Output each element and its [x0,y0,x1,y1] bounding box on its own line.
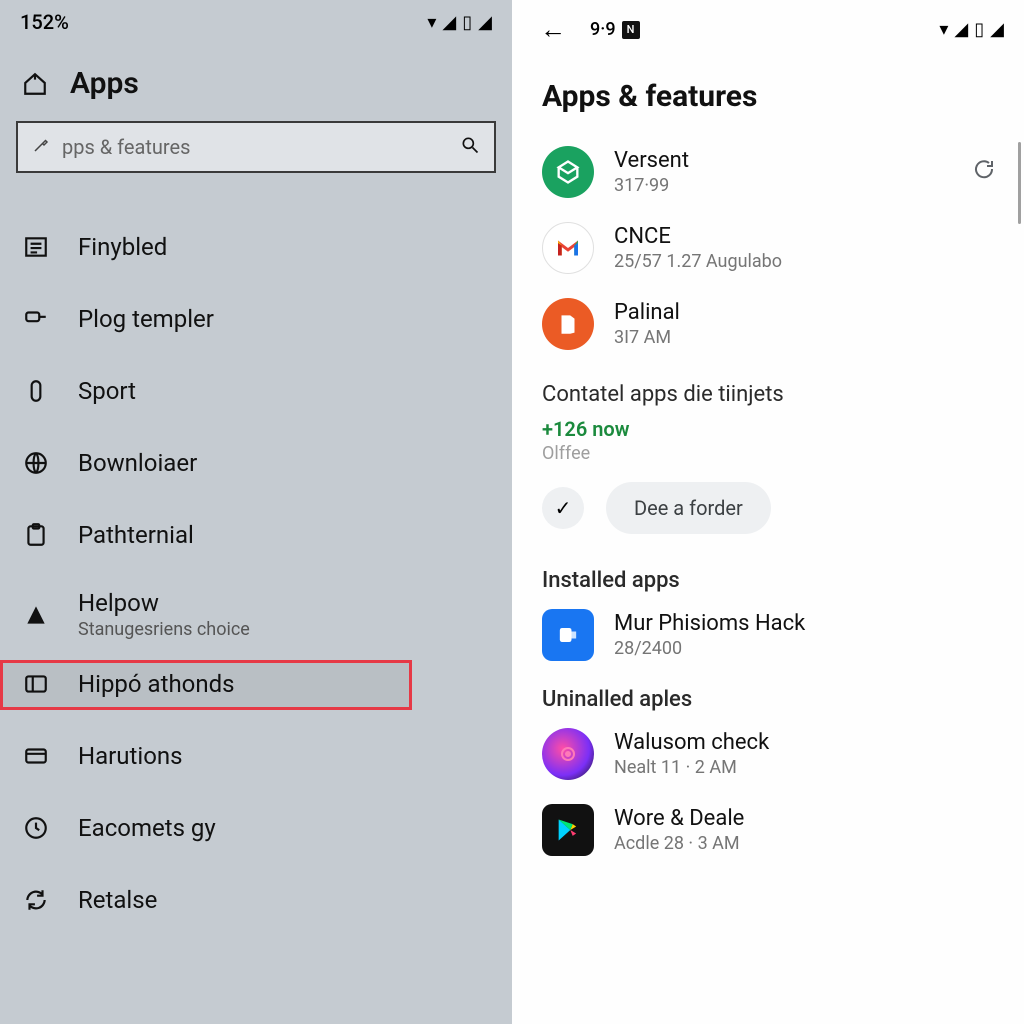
app-row-palinal[interactable]: Palinal 3I7 AM [542,288,996,364]
sidebar-item-label: Retalse [78,886,157,914]
contatel-count: +126 now [542,413,996,441]
app-sub: 3I7 AM [614,327,680,348]
status-time: 9·9 [590,19,616,40]
status-bar: ← 9·9 N ▾ ◢ ▯ ◢ [512,0,1024,49]
status-battery-pct: 152% [20,10,69,34]
sidebar-item-label: Eacomets gy [78,814,216,842]
app-name: Versent [614,148,689,173]
app-icon [542,728,594,780]
sidebar-item-label: Plog templer [78,305,214,333]
app-name: Wore & Deale [614,806,744,831]
installed-heading: Installed apps [542,542,996,599]
app-sub: 317·99 [614,175,689,196]
notification-badge-icon: N [622,21,640,39]
wifi-icon: ▾ [427,12,436,33]
sidebar-item-pathternial[interactable]: Pathternial [0,499,512,571]
app-icon [542,609,594,661]
signal-icon-2: ◢ [990,19,1004,40]
sidebar-item-harutions[interactable]: Harutions [0,720,512,792]
sidebar-item-helpow[interactable]: Helpow Stanugesriens choice [0,571,512,648]
signal-icon-2: ◢ [478,12,492,33]
battery-icon: ▯ [974,19,984,40]
contatel-heading: Contatel apps die tiinjets [542,364,996,413]
uninstalled-heading: Uninalled aples [542,675,996,718]
search-placeholder: pps & features [62,135,448,159]
sidebar-item-label: Bownloiaer [78,449,197,477]
sidebar-item-eacomets[interactable]: Eacomets gy [0,792,512,864]
signal-icon: ◢ [954,19,968,40]
app-name: Palinal [614,300,680,325]
home-icon[interactable] [22,71,48,97]
list-icon [22,233,50,261]
app-sub: Nealt 11 · 2 AM [614,757,769,778]
app-sub: 25/57 1.27 Augulabo [614,251,782,272]
sidebar-item-hippo[interactable]: Hippó athonds [0,648,512,720]
globe-icon [22,449,50,477]
app-row-cnce[interactable]: CNCE 25/57 1.27 Augulabo [542,212,996,288]
folder-action-row: ✓ Dee a forder [542,464,996,542]
app-row-versent[interactable]: Versent 317·99 [542,136,996,212]
office-icon [542,298,594,350]
app-sub: 28/2400 [614,638,805,659]
ticket-icon [22,670,50,698]
clipboard-icon [22,521,50,549]
contatel-muted: Olffee [542,441,996,464]
clock-icon [22,814,50,842]
sidebar-item-plog[interactable]: Plog templer [0,283,512,355]
folder-button[interactable]: Dee a forder [606,482,771,534]
sidebar-item-label: Finybled [78,233,167,261]
page-title: Apps & features [512,49,1024,136]
gmail-icon [542,222,594,274]
scrollbar[interactable] [1018,142,1021,224]
check-toggle[interactable]: ✓ [542,487,584,529]
apps-features-panel: ← 9·9 N ▾ ◢ ▯ ◢ Apps & features Versent … [512,0,1024,1024]
sync-icon[interactable] [972,157,996,187]
search-leading-icon [32,136,50,158]
play-store-icon [542,804,594,856]
sidebar-item-label: Sport [78,377,136,405]
app-name: Walusom check [614,730,769,755]
sidebar-header: Apps [0,42,512,121]
sidebar-nav: Finybled Plog templer Sport Bownloiaer P… [0,183,512,936]
apps-list: Versent 317·99 CNCE 25/57 1.27 Augulabo … [512,136,1024,870]
sync-icon [22,886,50,914]
sidebar-item-finybled[interactable]: Finybled [0,211,512,283]
app-row-wore[interactable]: Wore & Deale Acdle 28 · 3 AM [542,794,996,870]
status-icons: ▾ ◢ ▯ ◢ [427,12,492,33]
sidebar-item-label: Helpow [78,589,159,617]
settings-sidebar-panel: 152% ▾ ◢ ▯ ◢ Apps pps & features Finyble… [0,0,512,1024]
app-sub: Acdle 28 · 3 AM [614,833,744,854]
sidebar-item-label: Pathternial [78,521,194,549]
sidebar-item-sublabel: Stanugesriens choice [78,619,250,640]
wifi-icon: ▾ [939,19,948,40]
sidebar-item-label: Hippó athonds [78,670,235,698]
app-name: CNCE [614,224,782,249]
sidebar-item-retalse[interactable]: Retalse [0,864,512,936]
battery-icon: ▯ [462,12,472,33]
status-bar: 152% ▾ ◢ ▯ ◢ [0,0,512,42]
app-name: Mur Phisioms Hack [614,611,805,636]
search-input[interactable]: pps & features [16,121,496,173]
sidebar-item-bownloiaer[interactable]: Bownloiaer [0,427,512,499]
app-row-phisioms[interactable]: Mur Phisioms Hack 28/2400 [542,599,996,675]
search-icon[interactable] [460,135,480,160]
signal-icon: ◢ [442,12,456,33]
capsule-icon [22,377,50,405]
sidebar-item-sport[interactable]: Sport [0,355,512,427]
app-icon [542,146,594,198]
sidebar-title: Apps [70,66,139,101]
sidebar-item-label: Harutions [78,742,183,770]
triangle-icon [22,601,50,629]
template-icon [22,305,50,333]
back-button[interactable]: ← [532,10,574,49]
app-row-walusom[interactable]: Walusom check Nealt 11 · 2 AM [542,718,996,794]
card-icon [22,742,50,770]
status-icons: ▾ ◢ ▯ ◢ [939,19,1004,40]
